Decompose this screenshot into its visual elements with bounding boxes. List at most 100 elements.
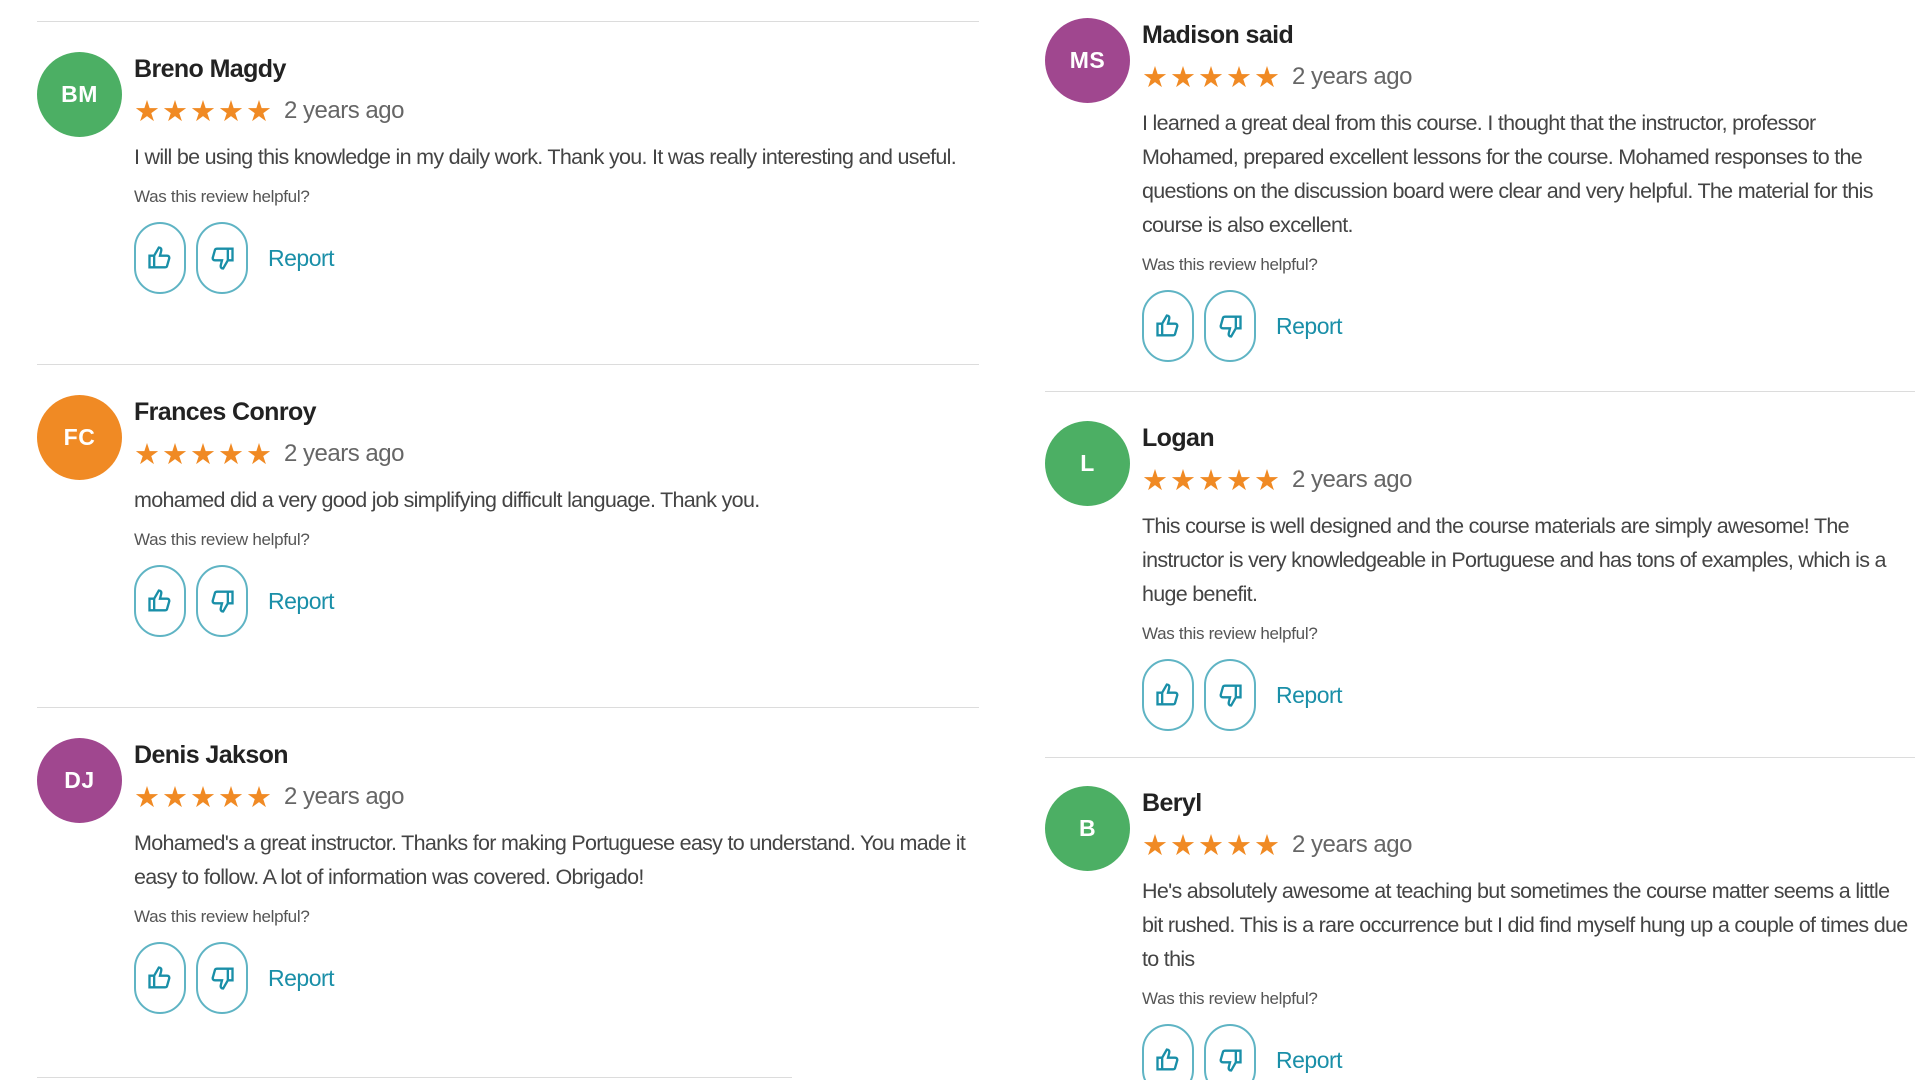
star-icon: ★: [1226, 827, 1252, 862]
thumbs-down-icon: [211, 590, 234, 613]
avatar: DJ: [37, 738, 122, 823]
review-text: I learned a great deal from this course.…: [1142, 111, 1873, 237]
thumbs-up-icon: [148, 589, 171, 612]
star-icon: ★: [1170, 59, 1196, 94]
helpful-yes-button[interactable]: [1142, 1024, 1194, 1080]
star-icon: ★: [1254, 59, 1280, 94]
helpful-no-button[interactable]: [1204, 1024, 1256, 1080]
review-age: 2 years ago: [284, 783, 404, 810]
star-icon: ★: [218, 436, 244, 471]
helpful-yes-button[interactable]: [134, 565, 186, 637]
star-icon: ★: [1142, 59, 1168, 94]
star-rating: ★ ★ ★ ★ ★: [134, 779, 272, 814]
review-text: Mohamed's a great instructor. Thanks for…: [134, 831, 966, 889]
helpful-no-button[interactable]: [1204, 290, 1256, 362]
thumbs-down-icon: [1219, 1049, 1242, 1072]
star-icon: ★: [162, 436, 188, 471]
report-link[interactable]: Report: [1276, 313, 1343, 340]
star-icon: ★: [134, 779, 160, 814]
avatar: L: [1045, 421, 1130, 506]
star-icon: ★: [1198, 827, 1224, 862]
avatar: FC: [37, 395, 122, 480]
review-text: I will be using this knowledge in my dai…: [134, 145, 957, 169]
report-link[interactable]: Report: [268, 588, 335, 615]
star-icon: ★: [134, 436, 160, 471]
thumbs-up-icon: [148, 966, 171, 989]
helpful-prompt: Was this review helpful?: [1142, 624, 1318, 643]
report-link[interactable]: Report: [268, 245, 335, 272]
star-icon: ★: [134, 93, 160, 128]
helpful-prompt: Was this review helpful?: [134, 530, 310, 549]
review-age: 2 years ago: [284, 440, 404, 467]
star-icon: ★: [1226, 59, 1252, 94]
helpful-no-button[interactable]: [196, 222, 248, 294]
star-icon: ★: [218, 93, 244, 128]
report-link[interactable]: Report: [1276, 682, 1343, 709]
star-rating: ★ ★ ★ ★ ★: [134, 93, 272, 128]
star-icon: ★: [218, 779, 244, 814]
thumbs-up-icon: [1156, 1048, 1179, 1071]
review-text: This course is well designed and the cou…: [1142, 514, 1887, 606]
star-icon: ★: [190, 779, 216, 814]
thumbs-down-icon: [1219, 315, 1242, 338]
helpful-no-button[interactable]: [196, 565, 248, 637]
star-icon: ★: [1198, 59, 1224, 94]
star-rating: ★ ★ ★ ★ ★: [1142, 462, 1280, 497]
helpful-yes-button[interactable]: [134, 222, 186, 294]
avatar: BM: [37, 52, 122, 137]
star-icon: ★: [1254, 462, 1280, 497]
star-icon: ★: [162, 93, 188, 128]
star-icon: ★: [1142, 827, 1168, 862]
divider: [1045, 391, 1915, 392]
review-text: He's absolutely awesome at teaching but …: [1142, 879, 1908, 971]
divider: [37, 707, 979, 708]
helpful-prompt: Was this review helpful?: [134, 907, 310, 926]
reviewer-name: Breno Magdy: [134, 55, 286, 83]
star-icon: ★: [246, 436, 272, 471]
helpful-yes-button[interactable]: [1142, 290, 1194, 362]
avatar: MS: [1045, 18, 1130, 103]
helpful-yes-button[interactable]: [1142, 659, 1194, 731]
thumbs-down-icon: [211, 247, 234, 270]
helpful-yes-button[interactable]: [134, 942, 186, 1014]
helpful-no-button[interactable]: [1204, 659, 1256, 731]
helpful-prompt: Was this review helpful?: [134, 187, 310, 206]
thumbs-up-icon: [148, 246, 171, 269]
star-rating: ★ ★ ★ ★ ★: [1142, 59, 1280, 94]
divider: [37, 21, 979, 22]
report-link[interactable]: Report: [268, 965, 335, 992]
star-icon: ★: [1170, 462, 1196, 497]
reviews-page: BM Breno Magdy ★ ★ ★ ★ ★ 2 years ago I w…: [0, 0, 1920, 1080]
helpful-prompt: Was this review helpful?: [1142, 989, 1318, 1008]
reviewer-name: Beryl: [1142, 789, 1202, 817]
star-icon: ★: [1198, 462, 1224, 497]
star-icon: ★: [190, 93, 216, 128]
divider: [37, 364, 979, 365]
helpful-prompt: Was this review helpful?: [1142, 255, 1318, 274]
report-link[interactable]: Report: [1276, 1047, 1343, 1074]
star-icon: ★: [1226, 462, 1252, 497]
divider: [37, 1077, 792, 1078]
review-age: 2 years ago: [1292, 831, 1412, 858]
helpful-no-button[interactable]: [196, 942, 248, 1014]
thumbs-up-icon: [1156, 683, 1179, 706]
reviewer-name: Denis Jakson: [134, 741, 289, 769]
star-icon: ★: [246, 93, 272, 128]
reviewer-name: Madison said: [1142, 21, 1294, 49]
divider: [1045, 757, 1915, 758]
review-age: 2 years ago: [1292, 466, 1412, 493]
review-age: 2 years ago: [284, 97, 404, 124]
star-icon: ★: [246, 779, 272, 814]
thumbs-down-icon: [1219, 684, 1242, 707]
thumbs-down-icon: [211, 967, 234, 990]
thumbs-up-icon: [1156, 314, 1179, 337]
reviewer-name: Logan: [1142, 424, 1215, 452]
star-icon: ★: [1142, 462, 1168, 497]
star-rating: ★ ★ ★ ★ ★: [134, 436, 272, 471]
star-rating: ★ ★ ★ ★ ★: [1142, 827, 1280, 862]
star-icon: ★: [1170, 827, 1196, 862]
star-icon: ★: [162, 779, 188, 814]
review-text: mohamed did a very good job simplifying …: [134, 488, 760, 512]
reviewer-name: Frances Conroy: [134, 398, 317, 426]
star-icon: ★: [190, 436, 216, 471]
